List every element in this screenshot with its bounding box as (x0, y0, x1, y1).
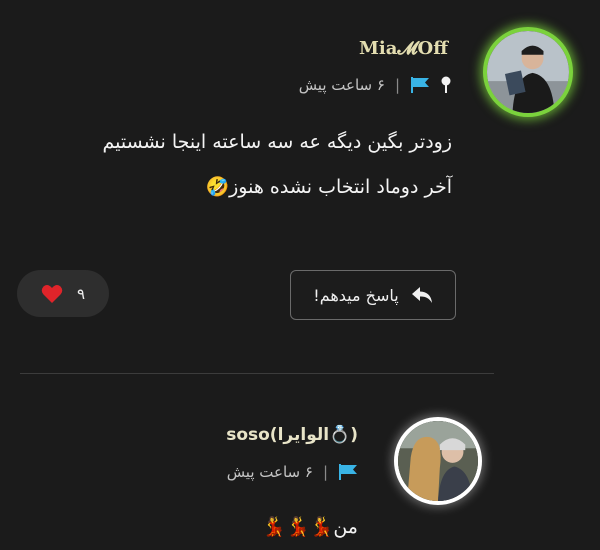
comment-divider (20, 373, 494, 374)
comment-line: من💃💃💃 (262, 516, 358, 538)
comment-username[interactable]: Mia𝓜Off (359, 38, 448, 59)
comment-time: ۶ ساعت پیش (298, 76, 385, 94)
comment-time: ۶ ساعت پیش (226, 463, 313, 481)
flag-icon (339, 464, 357, 480)
avatar-photo (398, 421, 478, 501)
comment-line: آخر دوماد انتخاب نشده هنوز🤣 (205, 176, 452, 198)
heart-icon (41, 284, 63, 303)
meta-separator: | (394, 76, 400, 94)
comment-meta: | ۶ ساعت پیش (227, 463, 358, 481)
like-count: ۹ (76, 284, 86, 303)
comment-meta: | ۶ ساعت پیش (299, 76, 452, 94)
comment-username[interactable]: soso(الوایرا💍) (226, 425, 358, 445)
flag-icon (411, 77, 429, 93)
comment-avatar[interactable] (483, 27, 573, 117)
comment-avatar[interactable] (394, 417, 482, 505)
reply-button[interactable]: پاسخ میدهم! (290, 270, 456, 320)
reply-arrow-icon (411, 287, 432, 303)
like-button[interactable]: ۹ (17, 270, 109, 317)
pin-icon (441, 76, 451, 93)
comment-line: زودتر بگین دیگه عه سه ساعته اینجا نشستیم (102, 131, 452, 153)
comment-text: زودتر بگین دیگه عه سه ساعته اینجا نشستیم… (32, 120, 452, 210)
meta-separator: | (322, 463, 328, 481)
comment-text: من💃💃💃 (108, 505, 358, 550)
avatar-photo (487, 31, 569, 113)
reply-button-label: پاسخ میدهم! (313, 285, 399, 305)
